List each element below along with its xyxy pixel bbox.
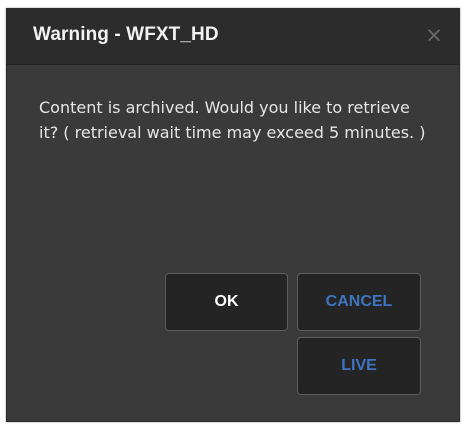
- cancel-button[interactable]: CANCEL: [297, 273, 421, 331]
- live-button[interactable]: LIVE: [297, 337, 421, 395]
- dialog-message: Content is archived. Would you like to r…: [39, 98, 426, 142]
- close-icon[interactable]: ×: [423, 23, 445, 47]
- warning-dialog: Warning - WFXT_HD × Content is archived.…: [6, 8, 460, 422]
- ok-button[interactable]: OK: [165, 273, 288, 331]
- dialog-title: Warning - WFXT_HD: [33, 24, 219, 45]
- dialog-titlebar: Warning - WFXT_HD ×: [7, 9, 459, 65]
